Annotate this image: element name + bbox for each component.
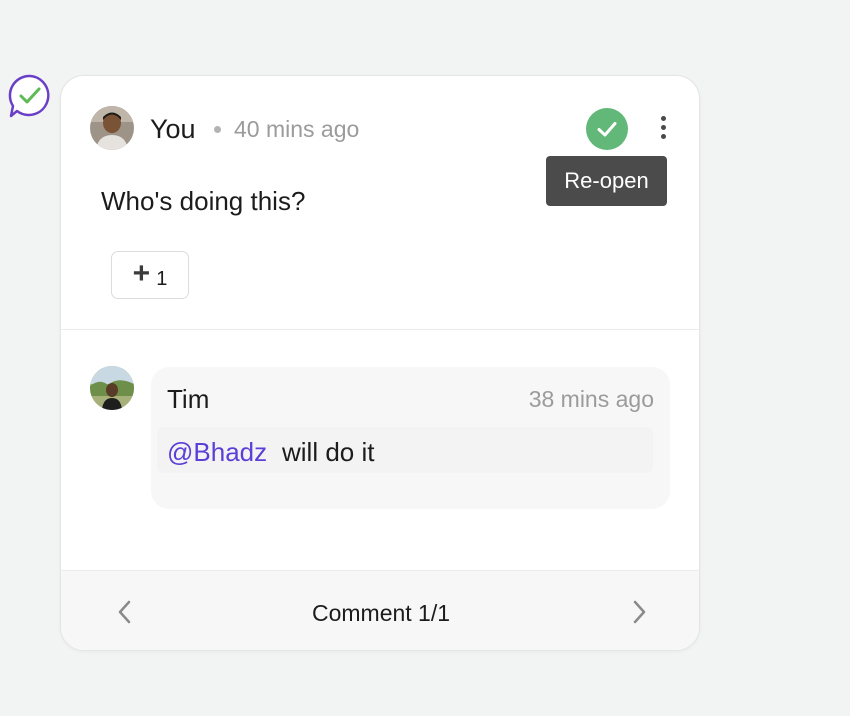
more-vertical-icon (660, 116, 666, 121)
comment-page: You 40 mins ago Re-open Who's doing this… (0, 0, 850, 716)
reopen-tooltip: Re-open (546, 156, 667, 206)
thread-comment: You 40 mins ago Re-open Who's doing this… (61, 76, 699, 330)
user-mention[interactable]: @Bhadz (167, 437, 267, 468)
reply-author: Tim (167, 384, 210, 414)
reply-text: will do it (282, 437, 375, 467)
chevron-right-icon (633, 600, 646, 624)
author-name: You (150, 114, 196, 144)
comment-time: 40 mins ago (234, 116, 360, 142)
separator-dot (214, 126, 221, 133)
reaction-count: 1 (156, 267, 168, 290)
comment-body: Who's doing this? (101, 186, 306, 216)
author-avatar (90, 106, 134, 150)
plus-icon: + (132, 256, 151, 290)
next-comment-button[interactable] (627, 597, 651, 627)
comment-navigation: Comment 1/1 (61, 570, 699, 650)
comment-marker-icon[interactable] (7, 73, 53, 119)
resolve-button[interactable] (586, 108, 628, 150)
more-options-button[interactable] (651, 112, 675, 146)
comment-card: You 40 mins ago Re-open Who's doing this… (60, 75, 700, 651)
check-icon (597, 122, 617, 137)
reply-time: 38 mins ago (528, 386, 654, 412)
reply-bubble: Tim 38 mins ago @Bhadz will do it (151, 367, 670, 509)
reply-avatar (90, 366, 134, 410)
add-reaction-button[interactable]: + 1 (111, 251, 189, 299)
reply-body: @Bhadz will do it (157, 427, 653, 473)
comment-counter: Comment 1/1 (311, 600, 451, 626)
